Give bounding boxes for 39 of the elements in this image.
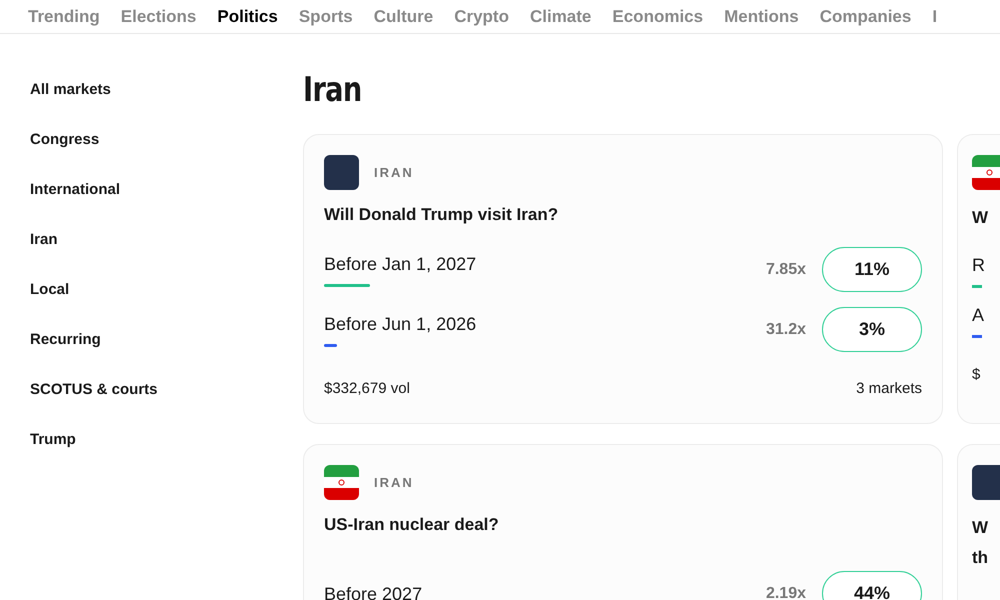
sidebar-item[interactable]: Congress [30, 130, 303, 150]
sidebar-item[interactable]: All markets [30, 80, 303, 100]
market-title[interactable]: W [972, 203, 1000, 233]
multiplier-text: 2.19x [766, 584, 806, 600]
option-label: Before Jan 1, 2027 [324, 253, 476, 276]
market-card[interactable]: W R A $ [957, 134, 1000, 424]
option-label: Before Jun 1, 2026 [324, 313, 476, 336]
option-label: A [972, 304, 984, 327]
market-card[interactable]: W th [957, 444, 1000, 600]
sidebar-item[interactable]: Local [30, 280, 303, 300]
option-label: R [972, 254, 985, 277]
multiplier-text: 7.85x [766, 260, 806, 280]
sidebar-item[interactable]: International [30, 180, 303, 200]
market-title[interactable]: US-Iran nuclear deal? [324, 513, 922, 537]
flag-icon [972, 155, 1000, 190]
sidebar-item[interactable]: Recurring [30, 330, 303, 350]
market-title[interactable]: th [972, 543, 1000, 573]
volume-text: $ [972, 365, 982, 385]
multiplier-text: 31.2x [766, 320, 806, 340]
page-heading: Iran [303, 70, 363, 110]
market-title[interactable]: Will Donald Trump visit Iran? [324, 203, 922, 227]
category-label: IRAN [374, 164, 414, 182]
chance-button[interactable]: 11% [822, 247, 922, 292]
markets-count: 3 markets [856, 379, 922, 399]
nav-tab[interactable]: Politics [217, 4, 278, 30]
market-card[interactable]: IRAN US-Iran nuclear deal? Before 2027 2.19x 44% [303, 444, 943, 600]
category-label: IRAN [374, 474, 414, 492]
chance-button[interactable]: 44% [822, 571, 922, 600]
sidebar-item[interactable]: Iran [30, 230, 303, 250]
chance-button[interactable]: 3% [822, 307, 922, 352]
market-card[interactable]: IRAN Will Donald Trump visit Iran? Before Jan 1, 2027 7.85x 11% Before Jun 1, 2026 31.2x 3% $332,679 vol 3 markets [303, 134, 943, 424]
option-label: Before 2027 [324, 582, 422, 600]
flag-icon [324, 465, 359, 500]
sidebar-item[interactable]: SCOTUS & courts [30, 380, 303, 400]
volume-text: $332,679 vol [324, 379, 410, 399]
photo-placeholder [972, 465, 1000, 500]
market-title[interactable]: W [972, 513, 1000, 543]
photo-placeholder [324, 155, 359, 190]
sidebar-item[interactable]: Trump [30, 430, 303, 450]
